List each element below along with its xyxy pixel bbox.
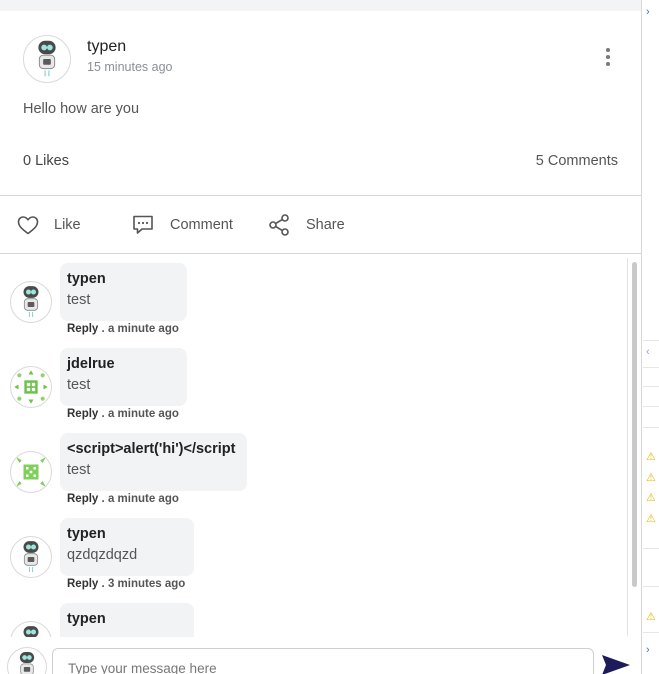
commenter-avatar[interactable] [10, 366, 52, 408]
warning-icon[interactable]: ⚠ [646, 491, 656, 504]
green-pattern-icon [16, 457, 46, 487]
share-label: Share [306, 217, 345, 233]
share-button[interactable]: Share [267, 211, 345, 239]
message-input[interactable] [52, 648, 594, 674]
meta-separator: . [101, 408, 105, 420]
comment-button[interactable]: Comment [131, 211, 233, 239]
comment-text: test [67, 292, 91, 308]
divider [0, 195, 641, 196]
comment-meta: Reply . a minute ago [67, 493, 179, 505]
comment-time: a minute ago [107, 493, 179, 505]
robot-icon [38, 40, 56, 77]
comment-meta: Reply . a minute ago [67, 323, 179, 335]
kebab-dot-icon [606, 48, 610, 52]
meta-separator: . [101, 493, 105, 505]
warning-icon[interactable]: ⚠ [646, 471, 656, 484]
warning-icon[interactable]: ⚠ [646, 610, 656, 623]
reply-link[interactable]: Reply [67, 323, 98, 335]
comment-time: a minute ago [107, 323, 179, 335]
meta-separator: . [101, 323, 105, 335]
robot-icon [23, 541, 39, 572]
comment-bubble: typen qzdqzdqzd [60, 518, 194, 576]
chevron-right-icon[interactable]: › [646, 6, 650, 18]
warning-icon[interactable]: ⚠ [646, 512, 656, 525]
send-button[interactable] [600, 653, 632, 674]
commenter-name[interactable]: <script>alert('hi')</script [67, 441, 239, 457]
meta-separator: . [101, 578, 105, 590]
robot-icon [23, 286, 39, 317]
chevron-left-icon[interactable]: ‹ [646, 346, 650, 358]
comment-text: qzdqzdqzd [67, 547, 138, 563]
green-pattern-icon [14, 370, 48, 404]
comments-scrollbar-thumb[interactable] [632, 262, 637, 587]
comment-label: Comment [170, 217, 233, 233]
side-divider [643, 632, 659, 633]
heart-icon [17, 216, 39, 235]
robot-icon [19, 651, 35, 674]
side-divider [643, 340, 659, 341]
commenter-name[interactable]: jdelrue [67, 356, 179, 372]
like-label: Like [54, 217, 81, 233]
comment-icon [133, 215, 153, 234]
likes-count[interactable]: 0 Likes [23, 153, 69, 169]
side-divider [643, 586, 659, 587]
reply-link[interactable]: Reply [67, 408, 98, 420]
comment-meta: Reply . 3 minutes ago [67, 578, 185, 590]
comments-count[interactable]: 5 Comments [536, 153, 618, 169]
comment-bubble: <script>alert('hi')</script test [60, 433, 247, 491]
kebab-dot-icon [606, 55, 610, 59]
comment-text: test [67, 462, 91, 478]
commenter-avatar[interactable] [10, 281, 52, 323]
chevron-right-icon[interactable]: › [646, 644, 650, 656]
side-divider [643, 386, 659, 387]
post-menu-button[interactable] [598, 46, 618, 68]
commenter-name[interactable]: typen [67, 611, 186, 627]
robot-icon [23, 626, 39, 637]
reply-link[interactable]: Reply [67, 493, 98, 505]
top-bar [0, 0, 641, 11]
post-timestamp: 15 minutes ago [87, 60, 173, 74]
commenter-avatar[interactable] [10, 536, 52, 578]
comment-meta: Reply . a minute ago [67, 408, 179, 420]
post-author-name[interactable]: typen [87, 38, 126, 56]
commenter-avatar[interactable] [10, 451, 52, 493]
comment-text: test [67, 377, 91, 393]
comments-list[interactable]: typen test Reply . a minute ago jdelrue … [0, 255, 641, 637]
panel-divider [641, 0, 642, 674]
commenter-name[interactable]: typen [67, 271, 179, 287]
comment-bubble: jdelrue test [60, 348, 187, 406]
comment-time: a minute ago [107, 408, 179, 420]
side-divider [643, 548, 659, 549]
warning-icon[interactable]: ⚠ [646, 450, 656, 463]
commenter-avatar[interactable] [10, 621, 52, 637]
reply-link[interactable]: Reply [67, 578, 98, 590]
comment-bubble: typen test [60, 263, 187, 321]
comment-bubble: typen [60, 603, 194, 637]
commenter-name[interactable]: typen [67, 526, 186, 542]
current-user-avatar [7, 647, 47, 674]
post-author-avatar[interactable] [23, 35, 71, 83]
comment-time: 3 minutes ago [107, 578, 186, 590]
send-icon [602, 655, 630, 674]
side-divider [643, 427, 659, 428]
like-button[interactable]: Like [16, 211, 81, 239]
divider [0, 253, 641, 254]
side-divider [643, 367, 659, 368]
side-divider [643, 406, 659, 407]
post-body: Hello how are you [23, 101, 140, 117]
kebab-dot-icon [606, 62, 610, 66]
share-icon [269, 214, 289, 236]
